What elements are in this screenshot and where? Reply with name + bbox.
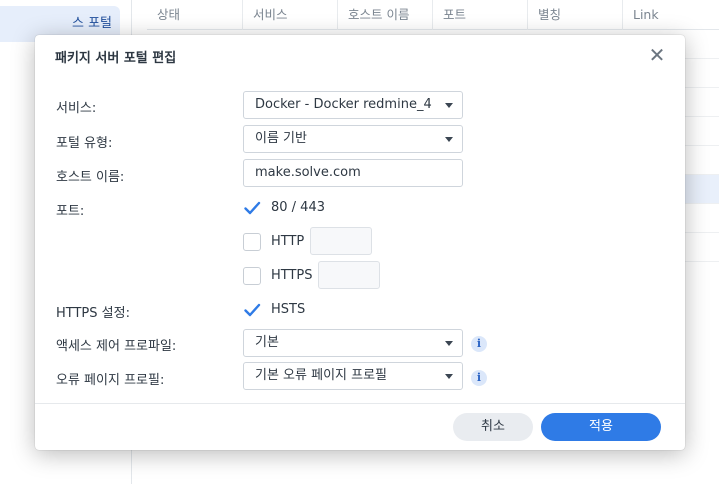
access-profile-label: 액세스 제어 프로파일: — [56, 339, 177, 354]
edit-portal-dialog: 패키지 서버 포털 편집 ✕ 서비스: Docker - Docker redm… — [35, 35, 685, 450]
access-profile-select-value: 기본 — [255, 335, 279, 350]
error-profile-select-value: 기본 오류 페이지 프로필 — [255, 368, 387, 383]
http-port-input[interactable] — [310, 227, 372, 255]
https-label: HTTPS — [271, 268, 313, 283]
column-header-alias[interactable]: 별칭 — [528, 0, 623, 30]
error-profile-label: 오류 페이지 프로필: — [56, 373, 165, 388]
https-port-input[interactable] — [318, 261, 380, 289]
table-header: 상태 서비스 호스트 이름 포트 별칭 Link — [147, 0, 719, 30]
port-80-443-label: 80 / 443 — [271, 200, 325, 215]
port-label: 포트: — [56, 204, 85, 219]
hostname-label: 호스트 이름: — [56, 170, 125, 185]
portal-type-select[interactable]: 이름 기반 — [243, 125, 463, 153]
service-label: 서비스: — [56, 101, 97, 116]
dialog-title: 패키지 서버 포털 편집 — [55, 51, 177, 66]
column-header-service[interactable]: 서비스 — [243, 0, 338, 30]
http-label: HTTP — [271, 234, 305, 249]
close-icon[interactable]: ✕ — [647, 45, 667, 65]
portal-type-label: 포털 유형: — [56, 136, 113, 151]
service-select-value: Docker - Docker redmine_4 — [255, 97, 432, 112]
https-checkbox[interactable] — [243, 267, 261, 285]
portal-type-select-value: 이름 기반 — [255, 131, 307, 146]
column-header-link[interactable]: Link — [623, 0, 719, 30]
column-header-hostname[interactable]: 호스트 이름 — [338, 0, 433, 30]
hsts-checkbox[interactable] — [243, 301, 261, 319]
checkmark-icon — [244, 201, 261, 215]
chevron-down-icon — [445, 137, 453, 142]
service-select[interactable]: Docker - Docker redmine_4 — [243, 91, 463, 119]
chevron-down-icon — [445, 374, 453, 379]
access-profile-select[interactable]: 기본 — [243, 329, 463, 357]
info-icon[interactable]: i — [471, 370, 487, 386]
https-settings-label: HTTPS 설정: — [56, 306, 130, 321]
checkmark-icon — [244, 303, 261, 317]
column-header-status[interactable]: 상태 — [147, 0, 243, 30]
chevron-down-icon — [445, 341, 453, 346]
cancel-button[interactable]: 취소 — [453, 413, 533, 441]
hsts-label: HSTS — [271, 302, 306, 317]
error-profile-select[interactable]: 기본 오류 페이지 프로필 — [243, 362, 463, 390]
hostname-input[interactable]: make.solve.com — [243, 159, 463, 187]
apply-button[interactable]: 적용 — [541, 413, 661, 441]
http-checkbox[interactable] — [243, 233, 261, 251]
column-header-port[interactable]: 포트 — [433, 0, 528, 30]
info-icon[interactable]: i — [471, 336, 487, 352]
port-80-443-checkbox[interactable] — [243, 199, 261, 217]
footer-divider — [35, 403, 685, 404]
chevron-down-icon — [445, 103, 453, 108]
